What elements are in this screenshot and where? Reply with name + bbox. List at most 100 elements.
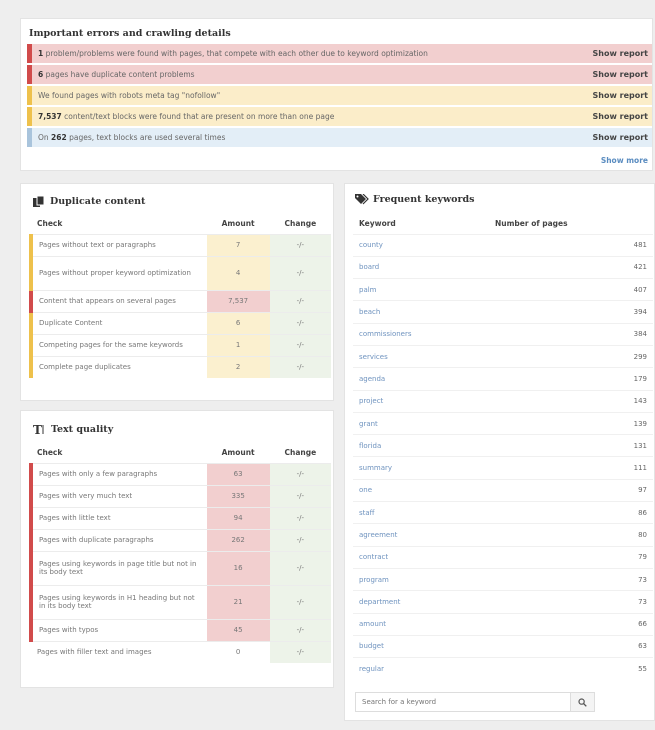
keyword-search-input[interactable] [356,693,570,711]
table-row[interactable]: Content that appears on several pages 7,5… [29,289,331,312]
keyword-link[interactable]: department [353,590,489,614]
table-row[interactable]: Pages with very much text 335 -/- [29,484,331,507]
table-row[interactable]: Pages using keywords in page title but n… [29,550,331,585]
keyword-link[interactable]: one [353,478,489,502]
check-cell: Pages without proper keyword optimizatio… [29,255,207,290]
show-more-link[interactable]: Show more [601,156,648,165]
keyword-link[interactable]: budget [353,634,489,658]
table-row[interactable]: Duplicate Content 6 -/- [29,311,331,334]
table-row[interactable]: Pages with only a few paragraphs 63 -/- [29,462,331,485]
frequent-keywords-title: Frequent keywords [373,194,475,205]
keyword-row[interactable]: grant 139 [353,411,653,435]
table-row[interactable]: Pages with filler text and images 0 -/- [31,640,331,663]
keyword-pages: 407 [489,278,653,301]
keyword-row[interactable]: florida 131 [353,434,653,457]
change-cell: -/- [269,506,331,529]
keyword-row[interactable]: agreement 80 [353,523,653,547]
keyword-row[interactable]: amount 66 [353,612,653,636]
table-row[interactable]: Complete page duplicates 2 -/- [29,355,331,378]
error-text: We found pages with robots meta tag "nof… [38,91,220,100]
error-row: 1 problem/problems were found with pages… [27,44,652,63]
table-row[interactable]: Pages with duplicate paragraphs 262 -/- [29,528,331,551]
table-row[interactable]: Pages with typos 45 -/- [29,618,331,641]
keyword-link[interactable]: amount [353,612,489,636]
keyword-pages: 384 [489,322,653,346]
frequent-keywords-panel: Frequent keywords Keyword Number of page… [344,183,655,721]
col-amount: Amount [221,448,255,458]
keyword-row[interactable]: board 421 [353,255,653,279]
keyword-row[interactable]: program 73 [353,567,653,591]
keyword-link[interactable]: grant [353,411,489,435]
keyword-pages: 143 [489,389,653,413]
keyword-row[interactable]: palm 407 [353,278,653,301]
keyword-row[interactable]: budget 63 [353,634,653,658]
tags-icon [355,194,369,205]
keyword-pages: 111 [489,456,653,480]
keyword-link[interactable]: regular [353,657,489,680]
table-row[interactable]: Pages without proper keyword optimizatio… [29,255,331,290]
keyword-row[interactable]: commissioners 384 [353,322,653,346]
check-cell: Pages with typos [29,618,207,641]
keyword-link[interactable]: agenda [353,367,489,391]
keyword-row[interactable]: department 73 [353,590,653,614]
col-check: Check [37,219,63,229]
keyword-pages: 55 [489,657,653,680]
check-cell: Duplicate Content [29,311,207,334]
keyword-link[interactable]: project [353,389,489,413]
text-height-icon: T [33,423,47,435]
keyword-row[interactable]: county 481 [353,233,653,257]
keyword-link[interactable]: contract [353,545,489,569]
keyword-link[interactable]: county [353,233,489,257]
show-report-button[interactable]: Show report [593,112,653,121]
search-icon [578,697,587,707]
error-message: We found pages with robots meta tag "nof… [38,91,221,100]
show-report-button[interactable]: Show report [593,70,653,79]
keyword-link[interactable]: commissioners [353,322,489,346]
keyword-link[interactable]: staff [353,501,489,524]
col-amount: Amount [221,219,255,229]
search-button[interactable] [570,693,594,711]
change-cell: -/- [269,618,331,641]
keyword-link[interactable]: palm [353,278,489,301]
table-row[interactable]: Pages using keywords in H1 heading but n… [29,584,331,619]
keyword-link[interactable]: program [353,567,489,591]
error-row: 6 pages have duplicate content problems S… [27,65,652,84]
error-count: 262 [51,133,67,142]
duplicate-content-panel: Duplicate content Check Amount Change Pa… [20,183,334,401]
show-report-button[interactable]: Show report [593,91,653,100]
keyword-row[interactable]: staff 86 [353,501,653,524]
table-row[interactable]: Pages with little text 94 -/- [29,506,331,529]
table-row[interactable]: Competing pages for the same keywords 1 -/… [29,333,331,356]
keyword-link[interactable]: services [353,344,489,368]
keyword-pages: 79 [489,545,653,569]
show-report-button[interactable]: Show report [593,49,653,58]
keyword-link[interactable]: beach [353,300,489,324]
show-report-button[interactable]: Show report [593,133,653,142]
table-row[interactable]: Pages without text or paragraphs 7 -/- [29,233,331,256]
keyword-pages: 63 [489,634,653,658]
error-row: 7,537 content/text blocks were found tha… [27,107,652,126]
keyword-row[interactable]: project 143 [353,389,653,413]
keyword-link[interactable]: agreement [353,523,489,547]
col-change: Change [284,219,317,229]
amount-cell: 16 [206,550,270,585]
change-cell: -/- [269,333,331,356]
keyword-row[interactable]: services 299 [353,344,653,368]
keyword-link[interactable]: florida [353,434,489,457]
check-cell: Pages with little text [29,506,207,529]
keyword-link[interactable]: board [353,255,489,279]
check-cell: Pages using keywords in page title but n… [29,550,207,585]
keyword-row[interactable]: contract 79 [353,545,653,569]
amount-cell: 45 [206,618,270,641]
check-cell: Competing pages for the same keywords [29,333,207,356]
keyword-row[interactable]: agenda 179 [353,367,653,391]
keyword-link[interactable]: summary [353,456,489,480]
keyword-row[interactable]: one 97 [353,478,653,502]
amount-cell: 6 [206,311,270,334]
change-cell: -/- [269,640,331,663]
keyword-row[interactable]: summary 111 [353,456,653,480]
error-prefix: On [38,133,52,142]
keyword-row[interactable]: regular 55 [353,657,653,680]
duplicate-pages-icon [33,196,46,207]
keyword-row[interactable]: beach 394 [353,300,653,324]
